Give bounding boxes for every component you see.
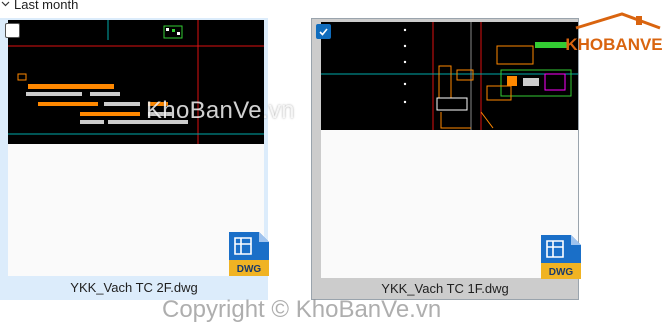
- dwg-label: DWG: [237, 264, 262, 275]
- group-header-last-month[interactable]: Last month: [0, 0, 78, 13]
- chevron-down-icon[interactable]: [0, 0, 10, 9]
- file-tile[interactable]: DWG YKK_Vach TC 2F.dwg: [0, 18, 269, 300]
- file-name: YKK_Vach TC 1F.dwg: [381, 281, 509, 296]
- dwg-file-icon: DWG: [539, 233, 583, 281]
- checkmark-icon: [319, 28, 328, 36]
- dwg-label: DWG: [549, 267, 574, 278]
- logo-text: KHOBANVE: [566, 35, 662, 54]
- file-name: YKK_Vach TC 2F.dwg: [70, 280, 198, 295]
- file-thumbnail: DWG: [8, 20, 269, 276]
- select-checkbox-checked[interactable]: [316, 24, 331, 39]
- khobanve-logo: KHOBANVE: [565, 12, 663, 58]
- select-checkbox[interactable]: [5, 23, 20, 38]
- copyright-watermark: Copyright © KhoBanVe.vn: [162, 296, 442, 323]
- group-header-label: Last month: [14, 0, 79, 12]
- cad-drawing-preview: [8, 20, 264, 276]
- file-thumbnail: DWG: [321, 22, 581, 279]
- watermark-text: KhoBanVe.vn: [146, 97, 295, 124]
- dwg-file-icon: DWG: [227, 230, 271, 278]
- file-tile-selected[interactable]: DWG YKK_Vach TC 1F.dwg: [311, 18, 581, 300]
